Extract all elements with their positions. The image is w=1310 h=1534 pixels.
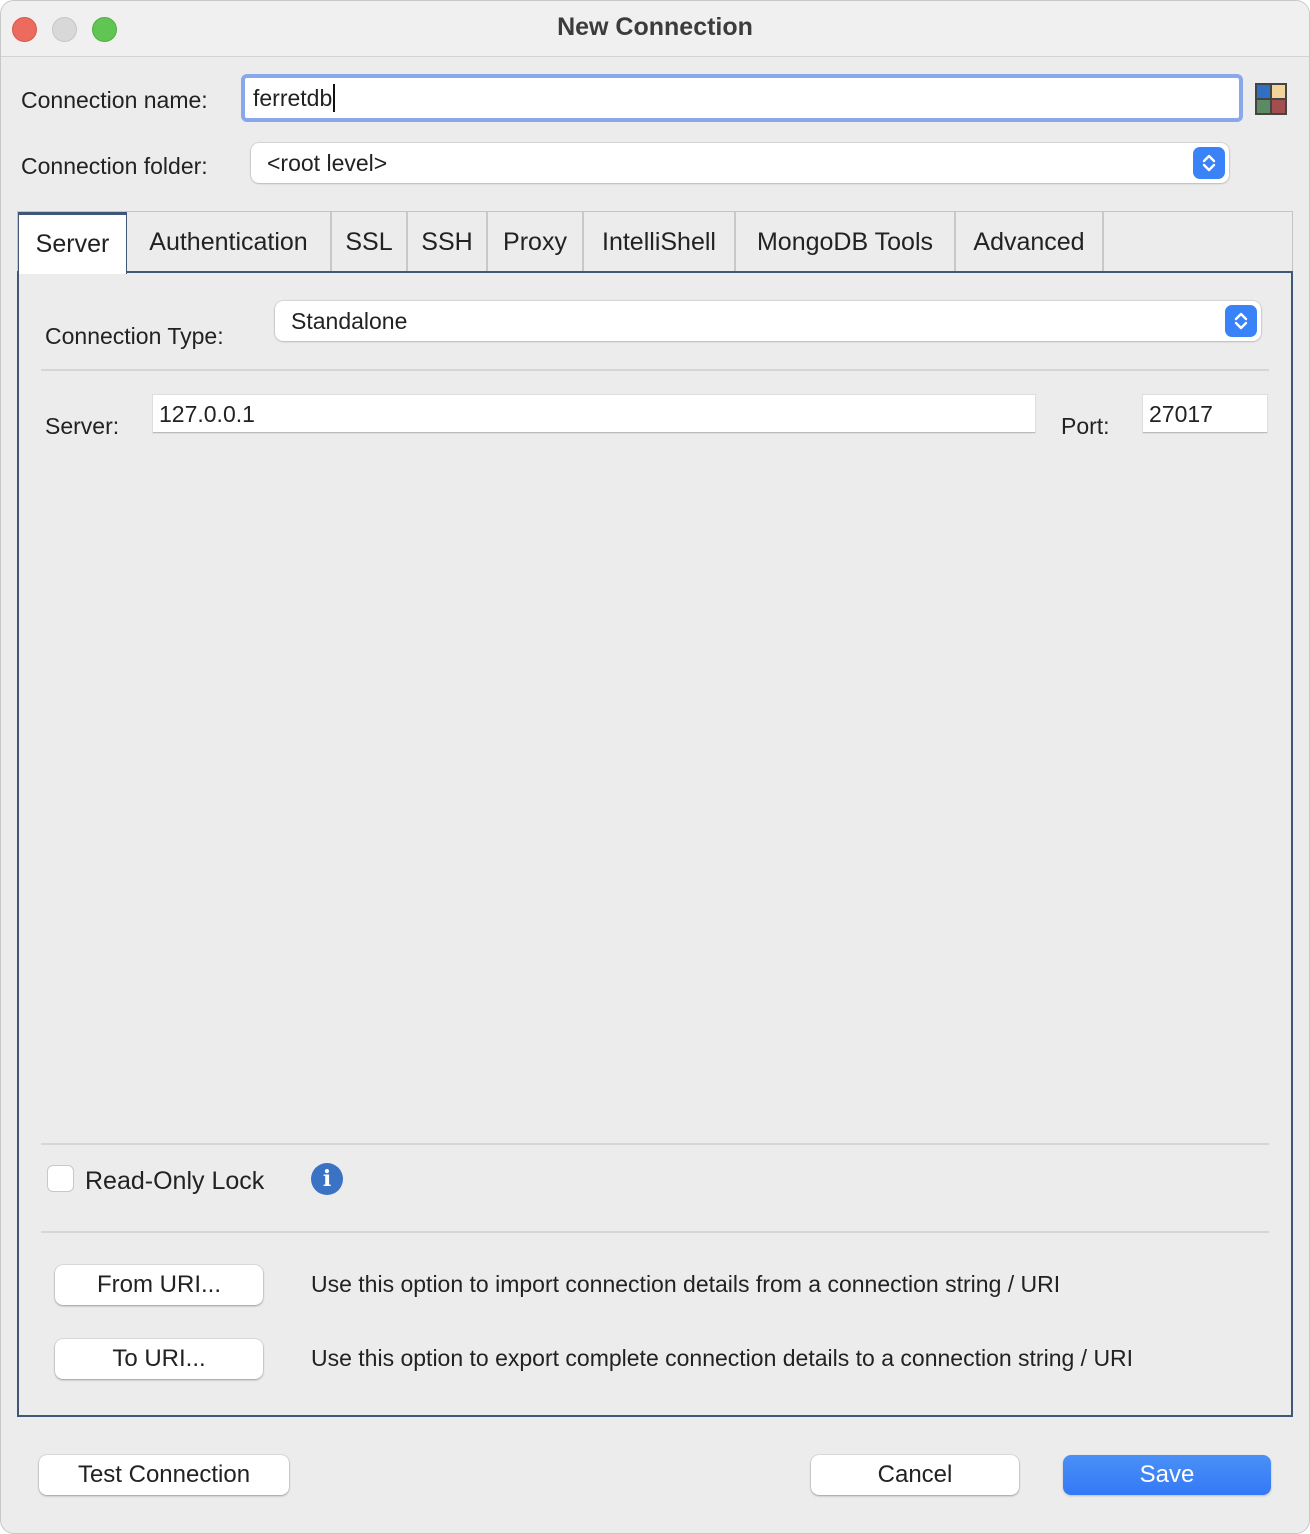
server-tab-panel: Connection Type: Standalone Server: 127.… <box>17 271 1293 1417</box>
tab-proxy[interactable]: Proxy <box>488 212 584 272</box>
section-divider <box>41 369 1269 371</box>
to-uri-button-label: To URI... <box>112 1345 206 1372</box>
connection-type-value: Standalone <box>291 307 408 334</box>
tab-label: IntelliShell <box>602 227 716 256</box>
connection-folder-value: <root level> <box>267 149 388 176</box>
tab-intellishell[interactable]: IntelliShell <box>584 212 736 272</box>
tab-label: Authentication <box>149 227 308 256</box>
connection-tabs: Server Authentication SSL SSH Proxy Inte… <box>17 211 1293 1417</box>
server-input[interactable]: 127.0.0.1 <box>153 395 1035 433</box>
info-icon[interactable]: i <box>311 1163 343 1195</box>
connection-name-focus-ring: ferretdb <box>241 74 1243 122</box>
tab-advanced[interactable]: Advanced <box>956 212 1104 272</box>
tab-ssl[interactable]: SSL <box>332 212 408 272</box>
cancel-label: Cancel <box>877 1461 953 1488</box>
tab-server[interactable]: Server <box>18 212 127 274</box>
connection-type-select[interactable]: Standalone <box>275 301 1261 341</box>
connection-name-input[interactable]: ferretdb <box>245 78 1239 118</box>
tab-label: SSH <box>421 227 473 256</box>
connection-name-value: ferretdb <box>253 84 333 111</box>
tab-ssh[interactable]: SSH <box>408 212 488 272</box>
tab-label: Advanced <box>973 227 1085 256</box>
new-connection-dialog: New Connection Connection name: ferretdb… <box>0 0 1310 1534</box>
connection-name-label: Connection name: <box>21 87 208 113</box>
tab-label: SSL <box>345 227 393 256</box>
tab-authentication[interactable]: Authentication <box>127 212 332 272</box>
save-button[interactable]: Save <box>1063 1455 1271 1495</box>
window-title: New Connection <box>557 13 753 41</box>
from-uri-button[interactable]: From URI... <box>55 1265 263 1305</box>
from-uri-button-label: From URI... <box>97 1271 221 1298</box>
connection-folder-label: Connection folder: <box>21 153 208 179</box>
chevron-up-down-icon <box>1225 305 1257 337</box>
connection-folder-select[interactable]: <root level> <box>251 143 1229 183</box>
chevron-up-down-icon <box>1193 147 1225 179</box>
section-divider <box>41 1231 1269 1233</box>
section-divider <box>41 1143 1269 1145</box>
test-connection-label: Test Connection <box>77 1461 251 1488</box>
cancel-button[interactable]: Cancel <box>811 1455 1019 1495</box>
tab-label: Server <box>35 230 110 258</box>
read-only-lock-label[interactable]: Read-Only Lock <box>85 1167 264 1196</box>
read-only-lock-checkbox[interactable] <box>47 1165 74 1192</box>
tab-mongodb-tools[interactable]: MongoDB Tools <box>736 212 956 272</box>
server-label: Server: <box>45 413 120 439</box>
tab-label: MongoDB Tools <box>756 227 934 256</box>
color-swatch-beige <box>1272 85 1285 98</box>
connection-type-label: Connection Type: <box>45 323 224 349</box>
tab-label: Proxy <box>503 227 567 256</box>
save-label: Save <box>1139 1461 1195 1488</box>
color-swatch-green <box>1257 100 1270 113</box>
port-label: Port: <box>1061 413 1110 439</box>
title-bar: New Connection <box>1 1 1309 57</box>
to-uri-description: Use this option to export complete conne… <box>311 1345 1134 1371</box>
tab-bar: Server Authentication SSL SSH Proxy Inte… <box>17 211 1293 274</box>
server-value: 127.0.0.1 <box>159 400 255 427</box>
port-value: 27017 <box>1149 400 1213 427</box>
color-picker-button[interactable] <box>1255 83 1287 115</box>
color-swatch-blue <box>1257 85 1270 98</box>
test-connection-button[interactable]: Test Connection <box>39 1455 289 1495</box>
to-uri-button[interactable]: To URI... <box>55 1339 263 1379</box>
from-uri-description: Use this option to import connection det… <box>311 1271 1061 1297</box>
port-input[interactable]: 27017 <box>1143 395 1267 433</box>
color-swatch-red <box>1272 100 1285 113</box>
text-caret <box>333 84 336 112</box>
